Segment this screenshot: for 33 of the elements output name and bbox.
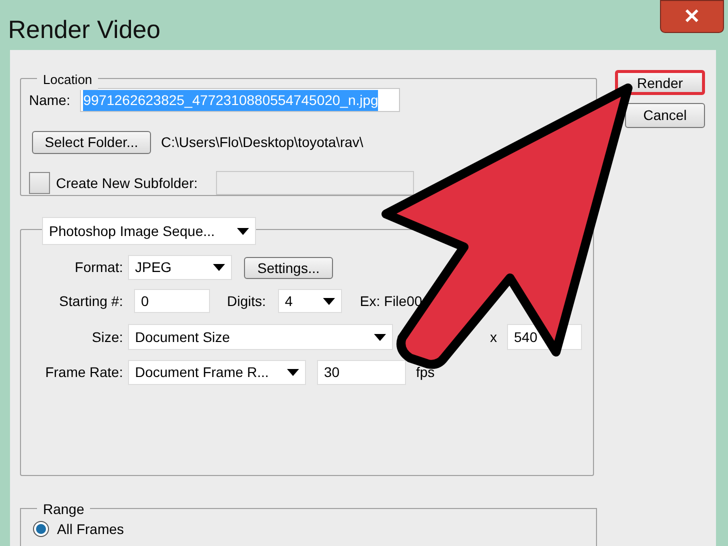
starting-number-label: Starting #: [58, 292, 123, 311]
starting-number-field[interactable]: 0 [134, 289, 210, 313]
caret-icon [237, 228, 249, 234]
subfolder-checkbox[interactable] [29, 172, 50, 194]
dialog-button[interactable]: Render [615, 70, 705, 95]
subfolder-field[interactable] [216, 171, 414, 195]
caret-icon [213, 264, 225, 271]
example-filename: Ex: File00 [360, 292, 422, 310]
format-dropdown[interactable]: JPEG [128, 255, 232, 280]
radio-button[interactable] [33, 521, 49, 538]
sequence-dropdown[interactable]: Photoshop Image Seque... [42, 217, 256, 245]
dialog-button[interactable]: Cancel [625, 103, 705, 128]
format-label: Format: [74, 258, 123, 277]
caret-icon [287, 369, 299, 376]
size-separator: x [490, 328, 497, 346]
fps-field[interactable]: 30 [317, 360, 406, 385]
radio-label: All Frames [57, 520, 124, 539]
select-folder-button[interactable]: Select Folder... [32, 131, 151, 154]
window-title: Render Video [8, 15, 160, 46]
name-label: Name: [29, 90, 70, 110]
size-label: Size: [90, 328, 123, 346]
caret-icon [374, 334, 386, 340]
close-button[interactable]: ✕ [660, 0, 724, 33]
digits-dropdown[interactable]: 4 [278, 289, 342, 313]
subfolder-label: Create New Subfolder: [56, 174, 199, 192]
fps-label: fps [416, 363, 435, 382]
size-dropdown[interactable]: Document Size [128, 324, 393, 350]
folder-path: C:\Users\Flo\Desktop\toyota\rav\ [161, 133, 364, 152]
frame-rate-dropdown[interactable]: Document Frame R... [128, 360, 306, 385]
frame-rate-label: Frame Rate: [44, 363, 123, 382]
digits-label: Digits: [227, 292, 266, 311]
settings-button[interactable]: Settings... [244, 256, 333, 278]
caret-icon [322, 298, 335, 304]
